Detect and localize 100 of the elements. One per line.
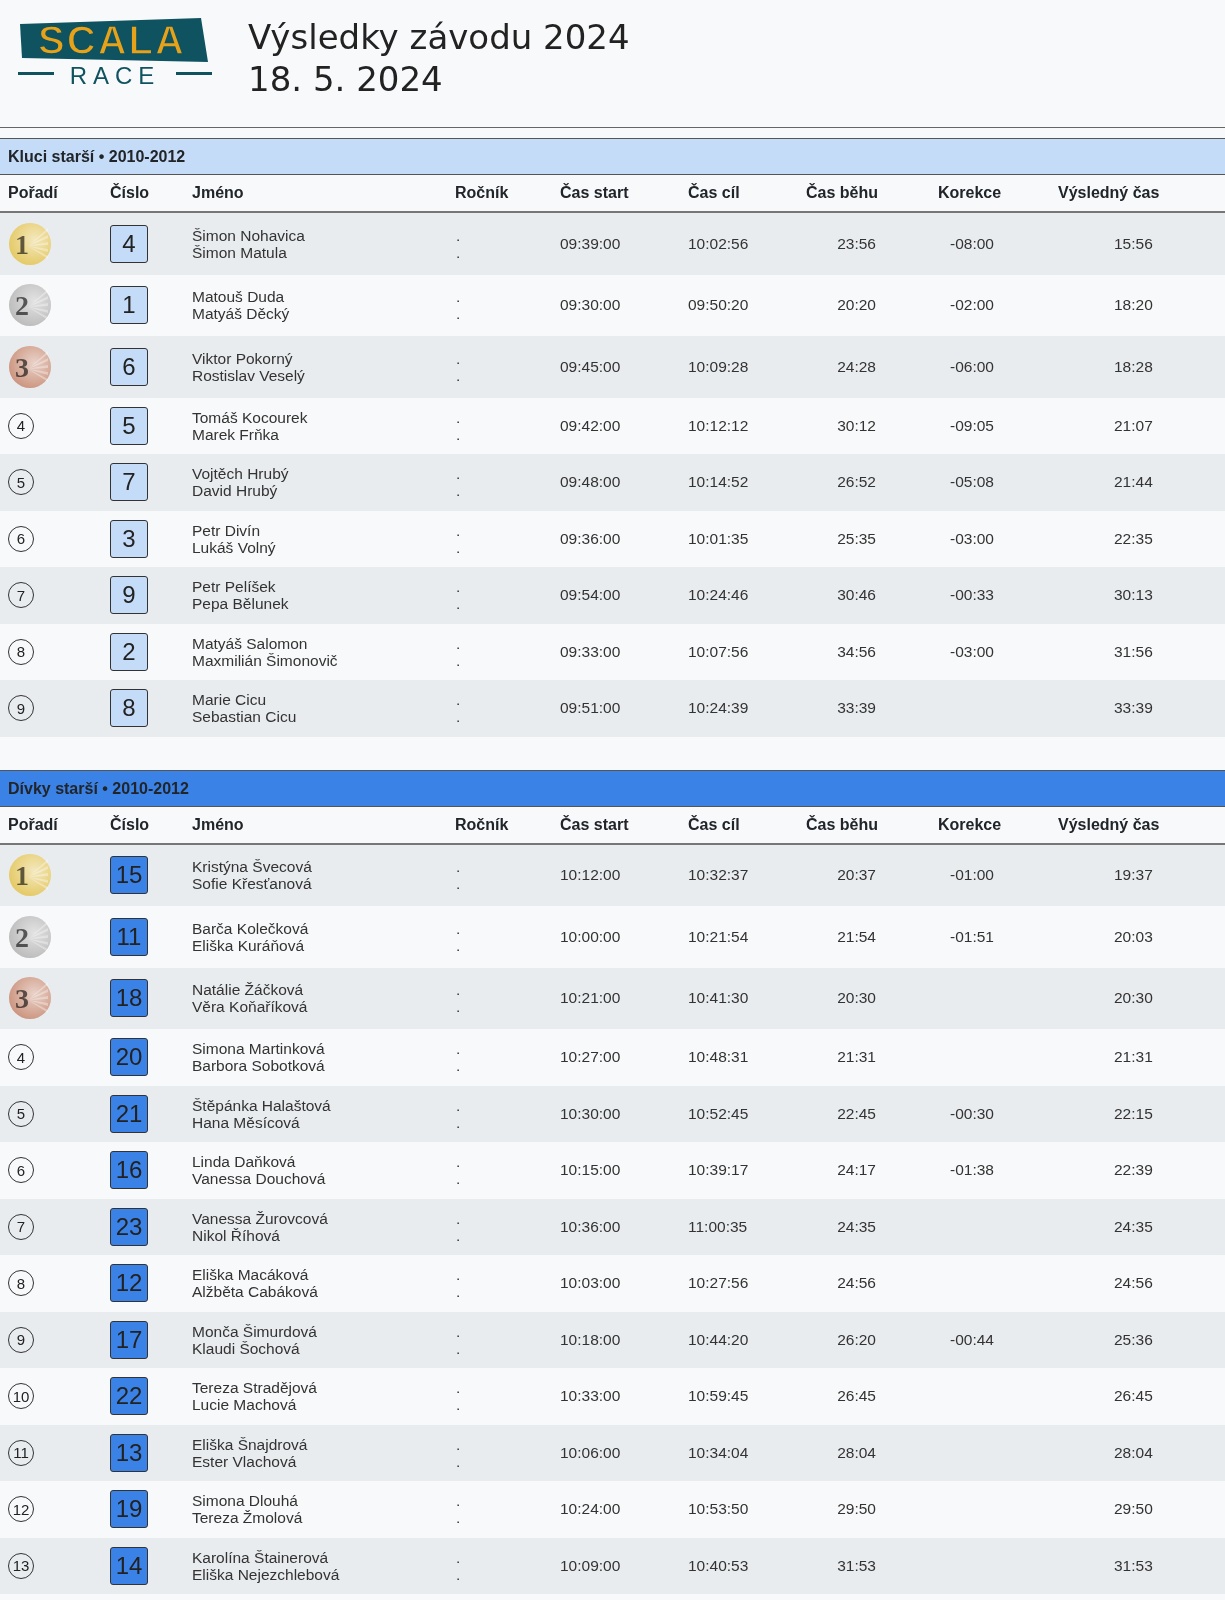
start-time: 09:36:00 [560, 529, 621, 547]
run-time: 21:54 [837, 927, 876, 945]
start-time: 10:00:00 [560, 927, 621, 945]
medal-icon: 2 [8, 283, 52, 328]
bib-number: 9 [110, 576, 148, 615]
birth-year: . [456, 981, 462, 999]
run-time: 34:56 [837, 642, 876, 660]
column-header: Jméno [191, 184, 245, 202]
bib-number: 1 [110, 286, 148, 325]
racer-name: Eliška Šnajdrová [192, 1435, 309, 1453]
birth-year: . [456, 691, 462, 709]
birth-year: . [456, 538, 462, 556]
racer-name: Tereza Žmolová [192, 1509, 304, 1527]
result-time: 31:56 [1114, 642, 1153, 660]
run-time: 29:50 [837, 1500, 876, 1518]
start-time: 10:06:00 [560, 1443, 621, 1461]
racer-name: Ester Vlachová [192, 1452, 297, 1470]
time-correction: -01:51 [950, 927, 994, 945]
run-time: 26:20 [837, 1330, 876, 1348]
birth-year: . [456, 595, 462, 613]
result-time: 21:31 [1114, 1048, 1153, 1066]
birth-year: . [456, 366, 462, 384]
time-correction: -02:00 [950, 296, 994, 314]
run-time: 30:46 [837, 586, 876, 604]
column-header: Pořadí [7, 184, 59, 202]
run-time: 33:39 [837, 699, 876, 717]
racer-name: Rostislav Veselý [192, 366, 306, 384]
bib-number: 6 [110, 347, 148, 386]
bib-number: 3 [110, 519, 148, 558]
finish-time: 10:14:52 [688, 473, 749, 491]
start-time: 10:27:00 [560, 1048, 621, 1066]
run-time: 20:37 [837, 866, 876, 884]
birth-year: . [456, 1153, 462, 1171]
medal-icon: 2 [8, 914, 52, 959]
run-time: 28:04 [837, 1443, 876, 1461]
race-date: 18. 5. 2024 [248, 58, 444, 100]
birth-year: . [456, 1435, 462, 1453]
run-time: 25:35 [837, 529, 876, 547]
result-time: 29:50 [1114, 1500, 1153, 1518]
time-correction: -06:00 [950, 357, 994, 375]
time-correction: -03:00 [950, 529, 994, 547]
racer-name: Eliška Kuráňová [192, 936, 305, 954]
bib-number: 7 [110, 463, 148, 502]
medal-icon: 3 [8, 976, 52, 1021]
finish-time: 09:50:20 [688, 296, 749, 314]
birth-year: . [456, 1057, 462, 1075]
time-correction: -09:05 [950, 416, 994, 434]
bib-number: 20 [110, 1038, 148, 1077]
racer-name: Monča Šimurdová [192, 1322, 318, 1340]
result-time: 24:35 [1114, 1217, 1153, 1235]
start-time: 09:45:00 [560, 357, 621, 375]
finish-time: 10:32:37 [688, 866, 749, 884]
birth-year: . [456, 708, 462, 726]
racer-name: Lucie Machová [192, 1396, 298, 1414]
bib-number: 12 [110, 1264, 148, 1303]
finish-time: 10:27:56 [688, 1274, 749, 1292]
result-time: 33:39 [1114, 699, 1153, 717]
bib-number: 22 [110, 1377, 148, 1416]
column-header: Jméno [191, 815, 245, 834]
column-header: Čas start [559, 815, 630, 834]
bib-number: 16 [110, 1151, 148, 1190]
result-time: 26:45 [1114, 1387, 1153, 1405]
racer-name: Eliška Macáková [192, 1266, 310, 1284]
run-time: 20:30 [837, 989, 876, 1007]
bib-number: 5 [110, 406, 148, 445]
birth-year: . [456, 634, 462, 652]
finish-time: 10:24:39 [688, 699, 749, 717]
start-time: 10:18:00 [560, 1330, 621, 1348]
start-time: 10:03:00 [560, 1274, 621, 1292]
racer-name: Matyáš Salomon [192, 634, 309, 652]
result-time: 28:04 [1114, 1443, 1153, 1461]
time-correction: -01:00 [950, 866, 994, 884]
start-time: 10:09:00 [560, 1556, 621, 1574]
finish-time: 11:00:35 [688, 1217, 748, 1235]
birth-year: . [456, 288, 462, 306]
run-time: 24:56 [837, 1274, 876, 1292]
birth-year: . [456, 1509, 462, 1527]
medal-icon: 1 [8, 853, 52, 898]
run-time: 31:53 [837, 1556, 876, 1574]
racer-name: Petr Pelíšek [192, 578, 277, 596]
racer-name: Alžběta Cabáková [192, 1283, 319, 1301]
racer-name: Věra Koňaříková [192, 998, 309, 1016]
column-header: Ročník [454, 815, 510, 834]
birth-year: . [456, 465, 462, 483]
bib-number: 17 [110, 1320, 148, 1359]
birth-year: . [456, 1322, 462, 1340]
birth-year: . [456, 1170, 462, 1188]
start-time: 10:24:00 [560, 1500, 621, 1518]
finish-time: 10:09:28 [688, 357, 749, 375]
racer-name: Vanessa Douchová [192, 1170, 327, 1188]
bib-number: 14 [110, 1546, 148, 1585]
result-time: 22:15 [1114, 1104, 1153, 1122]
time-correction: -00:30 [950, 1104, 994, 1122]
result-time: 19:37 [1114, 866, 1153, 884]
start-time: 10:15:00 [560, 1161, 621, 1179]
finish-time: 10:59:45 [688, 1387, 749, 1405]
birth-year: . [456, 1452, 462, 1470]
medal-icon: 1 [8, 221, 52, 266]
birth-year: . [456, 936, 462, 954]
racer-name: Kristýna Švecová [192, 858, 313, 876]
